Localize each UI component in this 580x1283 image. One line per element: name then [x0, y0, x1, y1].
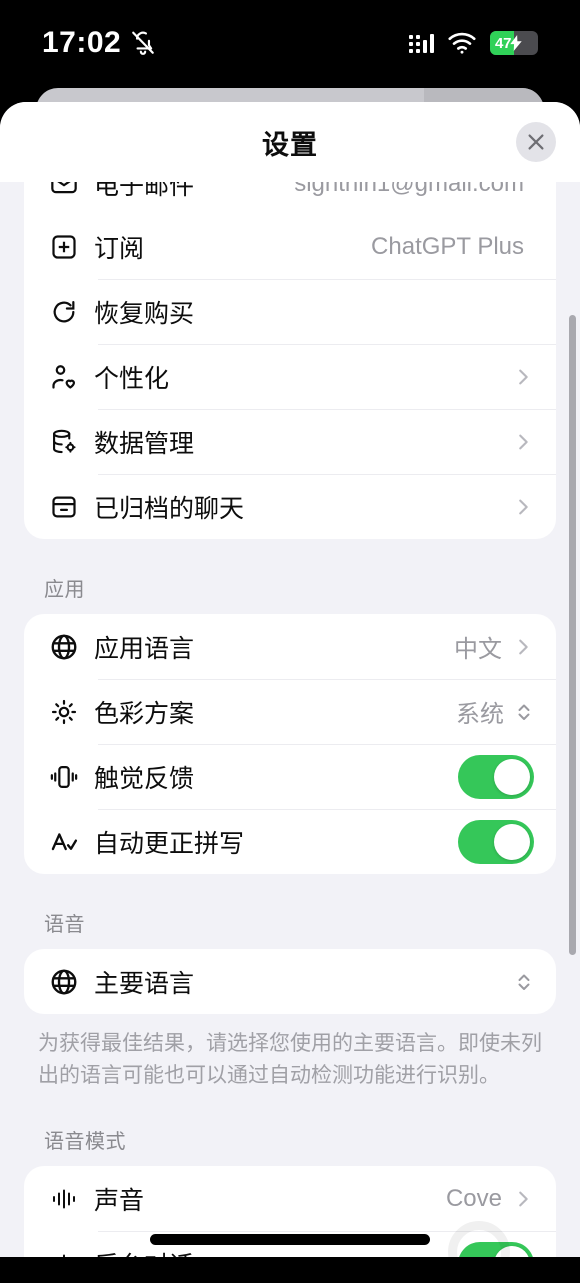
person-heart-icon: [44, 363, 84, 391]
row-personalization[interactable]: 个性化: [24, 344, 556, 409]
chevron-right-icon: [512, 1188, 534, 1210]
row-value: 系统: [456, 701, 504, 728]
row-label: 触觉反馈: [94, 764, 195, 793]
clipped-row-container: 电子邮件 sightnin1@gmail.com: [24, 182, 556, 216]
page-title: 设置: [262, 129, 318, 160]
chevron-right-icon: [512, 366, 534, 388]
row-subscription[interactable]: 订阅 ChatGPT Plus: [24, 214, 556, 279]
settings-scroll-area[interactable]: 电子邮件 sightnin1@gmail.com 订阅 ChatGPT Plus: [0, 182, 580, 1257]
chevron-right-icon: [512, 431, 534, 453]
row-haptic-feedback[interactable]: 触觉反馈: [24, 744, 556, 809]
row-autocorrect[interactable]: 自动更正拼写: [24, 809, 556, 874]
row-label: 声音: [94, 1186, 145, 1215]
cellular-signal-icon: [409, 33, 434, 53]
globe-icon: [44, 632, 84, 662]
battery-indicator: 47: [490, 31, 538, 55]
close-icon: [525, 131, 547, 153]
battery-percent: 47: [495, 34, 512, 52]
row-label: 主要语言: [94, 969, 195, 998]
row-label: 订阅: [94, 234, 145, 263]
row-label: 已归档的聊天: [94, 494, 245, 523]
voice-card: 主要语言: [24, 949, 556, 1014]
scrollbar-thumb[interactable]: [569, 315, 576, 955]
row-label: 数据管理: [94, 429, 195, 458]
row-email[interactable]: 电子邮件 sightnin1@gmail.com: [24, 182, 556, 216]
waveform-person-icon: [44, 1252, 84, 1257]
globe-icon: [44, 967, 84, 997]
settings-sheet: 设置 电子邮件 sightnin1@gmail.com 订阅 ChatGPT P…: [0, 102, 580, 1257]
app-card: 应用语言 中文 色彩方案 系统 触觉反馈 自动更正拼写: [24, 614, 556, 874]
row-label: 个性化: [94, 364, 170, 393]
close-button[interactable]: [516, 122, 556, 162]
status-bar-left: 17:02: [42, 26, 156, 60]
home-indicator: [150, 1234, 430, 1245]
row-color-scheme[interactable]: 色彩方案 系统: [24, 679, 556, 744]
bell-slash-icon: [130, 30, 156, 56]
plus-square-icon: [44, 233, 84, 261]
row-label: 后台对话: [94, 1246, 194, 1258]
sheet-header: 设置: [0, 102, 580, 182]
wifi-icon: [447, 32, 477, 54]
watermark: [434, 1215, 554, 1283]
row-value: Cove: [445, 1184, 502, 1212]
clock: 17:02: [42, 26, 122, 59]
section-label-voice-mode: 语音模式: [44, 1131, 126, 1153]
charging-bolt-icon: [510, 35, 523, 51]
row-label: 恢复购买: [94, 299, 195, 328]
row-data-management[interactable]: 数据管理: [24, 409, 556, 474]
toggle-autocorrect[interactable]: [458, 819, 534, 864]
chevron-up-down-icon: [514, 700, 534, 724]
row-label: 自动更正拼写: [94, 829, 245, 858]
sun-icon: [44, 698, 84, 726]
row-restore-purchases[interactable]: 恢复购买: [24, 279, 556, 344]
row-value: ChatGPT Plus: [371, 232, 524, 260]
refresh-icon: [44, 298, 84, 326]
section-label-app: 应用: [44, 579, 85, 601]
section-label-voice: 语音: [44, 914, 85, 936]
row-value: 中文: [454, 636, 502, 663]
chevron-right-icon: [512, 636, 534, 658]
row-primary-language[interactable]: 主要语言: [24, 949, 556, 1014]
mail-icon: [44, 182, 84, 198]
chevron-up-down-icon: [514, 970, 534, 994]
row-label: 电子邮件: [94, 182, 195, 200]
row-archived-chats[interactable]: 已归档的聊天: [24, 474, 556, 539]
waveform-icon: [44, 1187, 84, 1211]
row-label: 色彩方案: [94, 699, 195, 728]
voice-hint-text: 为获得最佳结果，请选择您使用的主要语言。即使未列出的语言可能也可以通过自动检测功…: [38, 1032, 542, 1087]
database-gear-icon: [44, 428, 84, 456]
archive-icon: [44, 493, 84, 521]
chevron-right-icon: [512, 496, 534, 518]
status-bar-right: 47: [409, 31, 538, 55]
toggle-haptic-feedback[interactable]: [458, 754, 534, 799]
vibrate-icon: [44, 763, 84, 791]
status-bar: 17:02 47: [0, 0, 580, 86]
spellcheck-icon: [44, 828, 84, 856]
row-app-language[interactable]: 应用语言 中文: [24, 614, 556, 679]
row-label: 应用语言: [94, 634, 195, 663]
account-card: 订阅 ChatGPT Plus 恢复购买 个性化 数据管理 已归档的聊天: [24, 214, 556, 539]
row-value: sightnin1@gmail.com: [294, 182, 524, 197]
